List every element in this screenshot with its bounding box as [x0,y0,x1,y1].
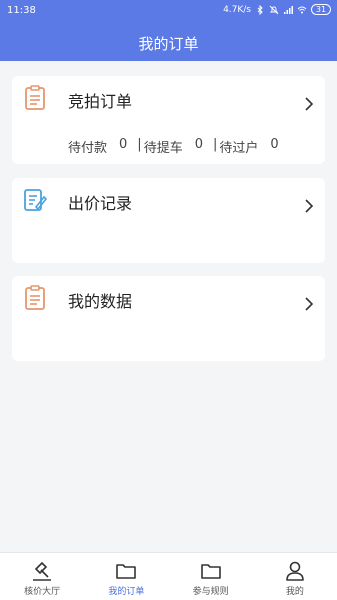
status-pending-transfer[interactable]: 待过户 [219,137,258,156]
status-pending-pickup[interactable]: 待提车 [144,137,183,156]
tab-label: 我的 [285,587,304,597]
app-header: 11:38 4.7K/s 31 我的订单 [0,0,337,61]
clipboard-icon [25,285,45,310]
my-data-card[interactable]: 我的数据 [12,276,325,361]
chevron-right-icon[interactable] [303,96,315,112]
bottom-tab-bar: 核价大厅 我的订单 参与规则 我的 [0,552,337,600]
divider: | [212,137,218,152]
edit-note-icon [24,189,47,211]
page-title: 我的订单 [138,35,199,53]
user-icon [286,561,304,581]
tab-label: 我的订单 [108,587,145,597]
signal-icon [284,5,293,14]
clipboard-icon [25,85,45,110]
status-pending-pickup-count: 0 [194,137,203,152]
status-bar: 11:38 4.7K/s 31 [0,0,337,22]
card-title-auction-orders: 竞拍订单 [68,92,133,111]
mute-bell-icon [269,5,279,14]
battery-indicator: 31 [311,4,331,15]
tab-rules[interactable]: 参与规则 [169,553,253,600]
chevron-right-icon[interactable] [303,198,315,214]
status-pending-payment[interactable]: 待付款 [68,137,107,156]
tab-pricing-hall[interactable]: 核价大厅 [0,553,84,600]
tab-my-orders[interactable]: 我的订单 [84,553,168,600]
card-title-bid-records: 出价记录 [68,194,133,213]
status-pending-transfer-count: 0 [270,137,279,152]
folder-icon [200,564,221,579]
bid-records-card[interactable]: 出价记录 [12,178,325,263]
bluetooth-icon [257,4,263,15]
divider: | [137,137,142,152]
network-speed: 4.7K/s [223,4,251,15]
auction-hammer-icon [33,561,52,581]
status-time: 11:38 [7,5,36,16]
order-status-row: 待付款 0 | 待提车 0 | 待过户 0 [68,137,279,156]
wifi-icon [297,6,307,13]
tab-label: 参与规则 [192,587,229,597]
status-pending-payment-count: 0 [119,137,128,152]
auction-orders-card[interactable]: 竞拍订单 待付款 0 | 待提车 0 | 待过户 0 [12,76,325,164]
status-indicators: 4.7K/s 31 [223,4,331,15]
tab-label: 核价大厅 [24,587,61,597]
tab-me[interactable]: 我的 [253,553,337,600]
folder-icon [116,564,137,579]
card-title-my-data: 我的数据 [68,292,133,311]
chevron-right-icon[interactable] [303,296,315,312]
